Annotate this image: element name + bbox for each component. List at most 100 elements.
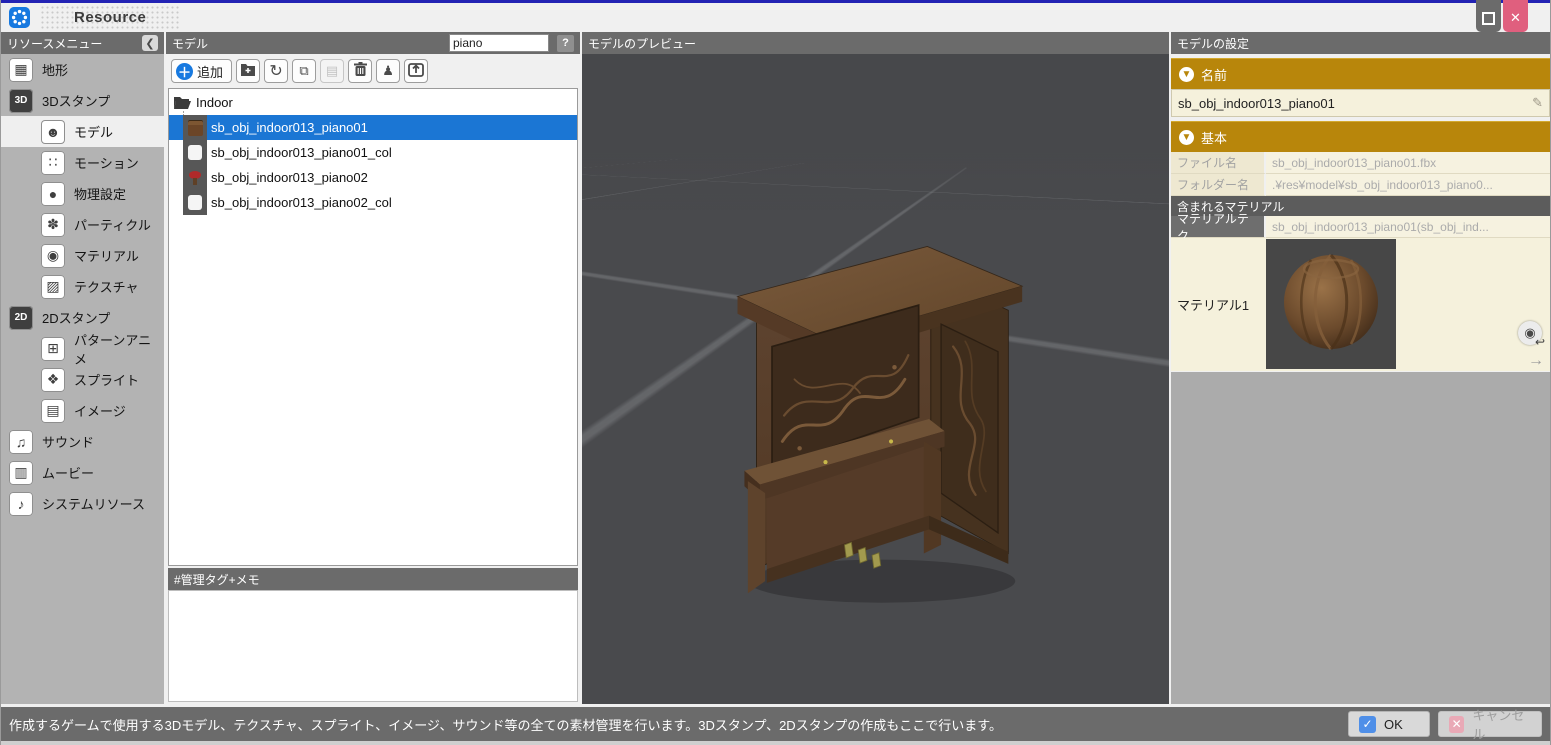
tree-item-label: sb_obj_indoor013_piano01 bbox=[211, 120, 368, 135]
2d-stamp-icon: 2D bbox=[9, 306, 33, 330]
return-arrow-icon: ↩ bbox=[1535, 335, 1545, 349]
window-title: Resource bbox=[40, 5, 180, 30]
model-preview-header: モデルのプレビュー bbox=[582, 32, 1169, 54]
tree-item[interactable]: sb_obj_indoor013_piano02_col bbox=[169, 190, 577, 215]
settings-filler bbox=[1171, 372, 1550, 704]
sidebar-item-label: システムリソース bbox=[42, 494, 145, 513]
sidebar-item-label: ムービー bbox=[42, 463, 94, 482]
sidebar-item-label: 物理設定 bbox=[74, 184, 126, 203]
sidebar-item-label: イメージ bbox=[74, 401, 126, 420]
folder-name-label: フォルダー名 bbox=[1171, 174, 1266, 196]
sound-icon: ♫ bbox=[9, 430, 33, 454]
model-tree: Indoor sb_obj_indoor013_piano01sb_obj_in… bbox=[168, 88, 578, 566]
check-icon: ✓ bbox=[1359, 716, 1376, 733]
sidebar-item-2d-stamp[interactable]: 2D2Dスタンプ bbox=[1, 302, 164, 333]
expand-arrow-icon[interactable]: → bbox=[1528, 353, 1544, 369]
sidebar-item-terrain[interactable]: ▦地形 bbox=[1, 54, 164, 85]
tree-folder-label: Indoor bbox=[196, 95, 233, 110]
sidebar-item-sprite[interactable]: ❖スプライト bbox=[1, 364, 164, 395]
texture-icon: ▨ bbox=[41, 275, 65, 299]
x-icon: ✕ bbox=[1449, 716, 1464, 733]
preview-viewport[interactable] bbox=[582, 54, 1169, 704]
new-folder-button[interactable] bbox=[236, 59, 260, 83]
physics-icon: ● bbox=[41, 182, 65, 206]
search-input[interactable] bbox=[449, 34, 549, 52]
name-value: sb_obj_indoor013_piano01 bbox=[1178, 96, 1335, 111]
folder-name-row: フォルダー名 .¥res¥model¥sb_obj_indoor013_pian… bbox=[1171, 174, 1550, 196]
sidebar-item-material[interactable]: ◉マテリアル bbox=[1, 240, 164, 271]
add-button[interactable]: ＋ 追加 bbox=[171, 59, 232, 83]
tree-item[interactable]: sb_obj_indoor013_piano02 bbox=[169, 165, 577, 190]
item-thumbnail bbox=[183, 115, 207, 140]
sidebar-item-movie[interactable]: ▥ムービー bbox=[1, 457, 164, 488]
refresh-icon: ↻ bbox=[269, 61, 282, 81]
sidebar-item-particle[interactable]: ✽パーティクル bbox=[1, 209, 164, 240]
resource-menu-header: リソースメニュー ❮ bbox=[1, 32, 164, 54]
tree-folder-row[interactable]: Indoor bbox=[169, 89, 577, 115]
material-side-area: ◉↩ → bbox=[1396, 238, 1550, 371]
tree-item-label: sb_obj_indoor013_piano01_col bbox=[211, 145, 392, 160]
sidebar-item-label: スプライト bbox=[74, 370, 139, 389]
sidebar-item-sound[interactable]: ♫サウンド bbox=[1, 426, 164, 457]
memo-input[interactable] bbox=[168, 590, 578, 702]
pattern-anime-icon: ⊞ bbox=[41, 337, 65, 361]
terrain-icon: ▦ bbox=[9, 58, 33, 82]
piano-model bbox=[722, 182, 1067, 637]
maximize-icon bbox=[1482, 12, 1495, 25]
model-list-header: モデル ? bbox=[166, 32, 580, 54]
paste-button[interactable]: ▤ bbox=[320, 59, 344, 83]
tree-item[interactable]: sb_obj_indoor013_piano01_col bbox=[169, 140, 577, 165]
ok-button[interactable]: ✓ OK bbox=[1348, 711, 1430, 737]
collapse-sidebar-button[interactable]: ❮ bbox=[142, 35, 158, 51]
resource-menu-list: ▦地形3D3Dスタンプ☻モデル∷モーション●物理設定✽パーティクル◉マテリアル▨… bbox=[1, 54, 164, 704]
model-list-panel: モデル ? ＋ 追加 ↻⧉▤♟ Indoor sb bbox=[166, 32, 580, 704]
material-texture-row: マテリアルテク... sb_obj_indoor013_piano01(sb_o… bbox=[1171, 216, 1550, 238]
material-row: マテリアル1 bbox=[1171, 238, 1550, 371]
sidebar-item-system-resource[interactable]: ♪システムリソース bbox=[1, 488, 164, 519]
sidebar-item-label: テクスチャ bbox=[74, 277, 138, 296]
replace-material-icon[interactable]: ◉↩ bbox=[1518, 321, 1542, 345]
import-export-icon bbox=[408, 62, 424, 80]
file-name-row: ファイル名 sb_obj_indoor013_piano01.fbx bbox=[1171, 152, 1550, 174]
name-section-header[interactable]: ▼ 名前 bbox=[1171, 58, 1550, 89]
refresh-button[interactable]: ↻ bbox=[264, 59, 288, 83]
close-button[interactable]: ✕ bbox=[1503, 0, 1528, 32]
stamp-button[interactable]: ♟ bbox=[376, 59, 400, 83]
image-icon: ▤ bbox=[41, 399, 65, 423]
tree-connector bbox=[169, 127, 183, 128]
tree-connector bbox=[169, 177, 183, 178]
import-export-button[interactable] bbox=[404, 59, 428, 83]
delete-button[interactable] bbox=[348, 59, 372, 83]
model-preview-panel: モデルのプレビュー bbox=[582, 32, 1169, 704]
chevron-down-icon: ▼ bbox=[1179, 130, 1194, 145]
tree-item-label: sb_obj_indoor013_piano02_col bbox=[211, 195, 392, 210]
edit-pencil-icon[interactable]: ✎ bbox=[1532, 95, 1543, 111]
app-dice-icon bbox=[9, 7, 30, 28]
status-bar: 作成するゲームで使用する3Dモデル、テクスチャ、スプライト、イメージ、サウンド等… bbox=[1, 707, 1550, 741]
box-thumb-icon bbox=[188, 145, 202, 160]
box-thumb-icon bbox=[188, 195, 202, 210]
cancel-button[interactable]: ✕ キャンセル bbox=[1438, 711, 1542, 737]
folder-name-value: .¥res¥model¥sb_obj_indoor013_piano0... bbox=[1266, 174, 1550, 196]
tree-item-label: sb_obj_indoor013_piano02 bbox=[211, 170, 368, 185]
model-tree-items: sb_obj_indoor013_piano01 sb_obj_indoor013… bbox=[169, 115, 577, 215]
material-preview-thumbnail[interactable] bbox=[1266, 239, 1396, 369]
copy-button[interactable]: ⧉ bbox=[292, 59, 316, 83]
sidebar-item-physics[interactable]: ● 物理設定 bbox=[1, 178, 164, 209]
memo-header: #管理タグ+メモ bbox=[168, 568, 578, 590]
sidebar-item-texture[interactable]: ▨ テクスチャ bbox=[1, 271, 164, 302]
file-name-value: sb_obj_indoor013_piano01.fbx bbox=[1266, 152, 1550, 174]
sidebar-item-image[interactable]: ▤ イメージ bbox=[1, 395, 164, 426]
name-field[interactable]: sb_obj_indoor013_piano01 ✎ bbox=[1171, 89, 1550, 117]
tree-connector bbox=[169, 152, 183, 153]
particle-icon: ✽ bbox=[41, 213, 65, 237]
sidebar-item-pattern-anime[interactable]: ⊞パターンアニメ bbox=[1, 333, 164, 364]
maximize-button[interactable] bbox=[1476, 0, 1501, 32]
sidebar-item-model[interactable]: ☻モデル bbox=[1, 116, 164, 147]
tree-connector bbox=[169, 202, 183, 203]
sidebar-item-motion[interactable]: ∷モーション bbox=[1, 147, 164, 178]
tree-item[interactable]: sb_obj_indoor013_piano01 bbox=[169, 115, 577, 140]
basic-section-header[interactable]: ▼ 基本 bbox=[1171, 121, 1550, 152]
sidebar-item-3d-stamp[interactable]: 3D3Dスタンプ bbox=[1, 85, 164, 116]
help-button[interactable]: ? bbox=[557, 35, 574, 52]
